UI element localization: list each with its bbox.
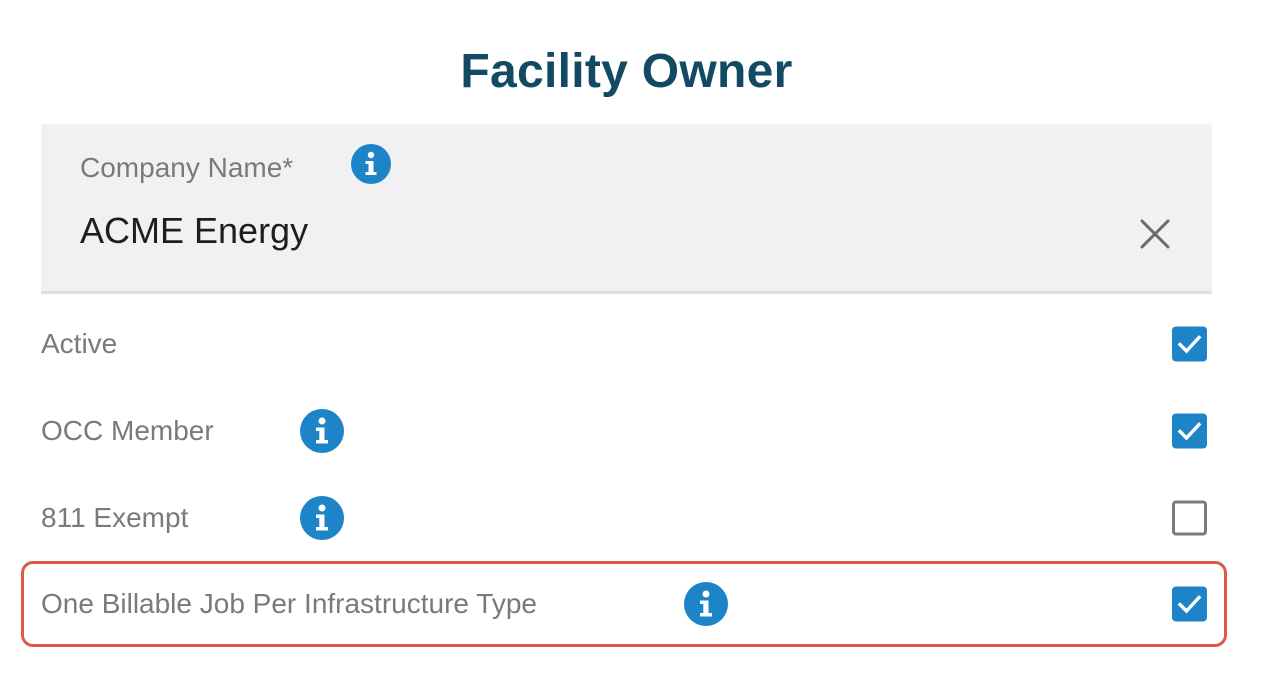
info-icon[interactable]: [684, 582, 728, 626]
exempt-811-row: 811 Exempt: [41, 488, 1212, 548]
active-label: Active: [41, 328, 118, 359]
company-name-field[interactable]: Company Name* ACME Energy: [41, 124, 1212, 294]
info-icon[interactable]: [300, 496, 344, 540]
occ-member-row: OCC Member: [41, 401, 1212, 461]
one-billable-job-row: One Billable Job Per Infrastructure Type: [41, 574, 1212, 634]
active-row: Active: [41, 314, 1212, 374]
info-icon[interactable]: [300, 409, 344, 453]
occ-member-checkbox[interactable]: [1172, 413, 1207, 449]
info-icon[interactable]: [351, 144, 391, 184]
page-title: Facility Owner: [460, 45, 793, 98]
active-checkbox[interactable]: [1172, 326, 1207, 362]
occ-member-label: OCC Member: [41, 415, 214, 446]
exempt-811-label: 811 Exempt: [41, 502, 189, 533]
company-name-input[interactable]: ACME Energy: [80, 210, 308, 252]
company-name-label: Company Name*: [80, 152, 294, 183]
one-billable-job-checkbox[interactable]: [1172, 586, 1207, 622]
one-billable-job-label: One Billable Job Per Infrastructure Type: [41, 588, 537, 619]
close-icon[interactable]: [1137, 216, 1173, 252]
facility-owner-panel: Facility Owner Company Name* ACME Energy…: [0, 0, 1263, 690]
exempt-811-checkbox[interactable]: [1172, 500, 1207, 536]
